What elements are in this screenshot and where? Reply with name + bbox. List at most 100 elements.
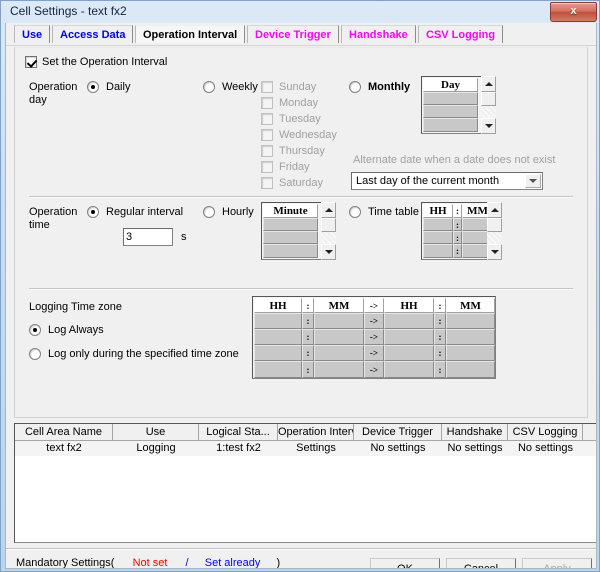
cell-area-name-value: text fx2 [46, 442, 82, 454]
operation-time-label-line1: Operation [29, 206, 78, 218]
zone-cell-hh-end[interactable] [384, 361, 434, 378]
weekday-checkbox-friday[interactable] [261, 161, 273, 173]
list-header-row: Cell Area Name Use Logical Sta... Operat… [15, 424, 596, 441]
minute-grid-cell[interactable] [263, 218, 318, 231]
operation-day-radio-monthly[interactable] [349, 81, 361, 93]
operation-day-radio-daily[interactable] [87, 81, 99, 93]
column-header-device-trigger[interactable]: Device Trigger [354, 424, 442, 441]
zone-cell-hh-end[interactable] [384, 313, 434, 329]
operation-interval-panel: Set the Operation Interval Operation day… [14, 47, 588, 418]
zone-cell-hh-start[interactable] [254, 329, 302, 345]
tab-handshake[interactable]: Handshake [341, 25, 416, 43]
operation-time-radio-hourly[interactable] [203, 206, 215, 218]
tab-access-data[interactable]: Access Data [52, 25, 134, 43]
zone-cell-mm-start[interactable] [314, 329, 364, 345]
scrollbar-track[interactable] [481, 106, 496, 118]
day-grid-cell[interactable] [423, 118, 478, 132]
cell-area-list[interactable]: Cell Area Name Use Logical Sta... Operat… [14, 423, 596, 543]
chevron-down-icon[interactable] [525, 174, 541, 188]
operation-day-radio-weekly[interactable] [203, 81, 215, 93]
zone-header-colon-end: : [434, 298, 446, 313]
zone-cell-mm-start[interactable] [314, 345, 364, 361]
column-header-handshake[interactable]: Handshake [442, 424, 508, 441]
tab-operation-interval[interactable]: Operation Interval [135, 25, 246, 43]
zone-cell-mm-start[interactable] [314, 313, 364, 329]
set-operation-interval-checkbox[interactable] [25, 56, 37, 68]
zone-cell-hh-start[interactable] [254, 313, 302, 329]
zone-header-hh-end: HH [384, 298, 434, 313]
tab-use[interactable]: Use [14, 25, 51, 43]
scrollbar-thumb[interactable] [487, 218, 502, 232]
column-header-filler[interactable] [583, 424, 596, 441]
logging-radio-log-specified[interactable] [29, 348, 41, 360]
close-icon[interactable]: x [550, 2, 597, 22]
minute-grid-cell[interactable] [263, 244, 318, 258]
column-header-operation-interval[interactable]: Operation Interval [278, 424, 354, 441]
zone-cell-hh-end[interactable] [384, 329, 434, 345]
scroll-down-icon[interactable] [481, 118, 496, 134]
time-table-cell-hh[interactable] [423, 231, 453, 244]
weekday-checkbox-saturday[interactable] [261, 177, 273, 189]
scrollbar-thumb[interactable] [481, 92, 496, 106]
scroll-up-icon[interactable] [481, 76, 496, 92]
weekday-checkbox-monday[interactable] [261, 97, 273, 109]
zone-cell-mm-start[interactable] [314, 361, 364, 378]
scroll-up-icon[interactable] [487, 202, 502, 218]
zone-cell-hh-start[interactable] [254, 361, 302, 378]
logging-log-specified-label: Log only during the specified time zone [48, 348, 239, 360]
logging-radio-log-always[interactable] [29, 324, 41, 336]
time-table-cell-hh[interactable] [423, 244, 453, 258]
column-header-csv-logging[interactable]: CSV Logging [508, 424, 583, 441]
regular-interval-input[interactable] [123, 228, 173, 246]
logging-zone-grid[interactable]: HH : MM -> HH : MM : -> : : ->:: ->: … [252, 296, 496, 379]
weekday-checkbox-sunday[interactable] [261, 81, 273, 93]
alternate-date-combo[interactable]: Last day of the current month [351, 172, 543, 190]
title-bar[interactable]: Cell Settings - text fx2 x [1, 1, 600, 23]
zone-cell-arrow: -> [364, 361, 384, 378]
weekday-checkbox-tuesday[interactable] [261, 113, 273, 125]
scroll-down-icon[interactable] [321, 244, 336, 260]
time-table-cell-hh[interactable] [423, 218, 453, 231]
operation-time-radio-regular-interval[interactable] [87, 206, 99, 218]
column-header-use[interactable]: Use [113, 424, 199, 441]
time-table-scrollbar[interactable] [487, 202, 502, 260]
zone-cell-colon: : [434, 313, 446, 329]
day-grid-cell[interactable] [423, 105, 478, 118]
scrollbar-thumb[interactable] [321, 218, 336, 232]
day-grid-scrollbar[interactable] [481, 76, 496, 134]
operation-day-label-line1: Operation [29, 81, 78, 93]
scrollbar-track[interactable] [321, 232, 336, 244]
zone-cell-mm-end[interactable] [446, 329, 495, 345]
tab-csv-logging[interactable]: CSV Logging [418, 25, 504, 43]
tab-device-trigger[interactable]: Device Trigger [247, 25, 339, 43]
operation-time-radio-time-table[interactable] [349, 206, 361, 218]
mandatory-slash: / [185, 557, 189, 569]
mandatory-close-paren: ) [276, 557, 281, 569]
tab-bar: Use Access Data Operation Interval Devic… [6, 25, 596, 46]
column-header-cell-area-name[interactable]: Cell Area Name [15, 424, 113, 441]
column-header-logical-station[interactable]: Logical Sta... [199, 424, 278, 441]
weekday-checkbox-wednesday[interactable] [261, 129, 273, 141]
day-grid-cell[interactable] [423, 92, 478, 105]
mandatory-set-already-label: Set already [204, 557, 261, 569]
zone-cell-hh-start[interactable] [254, 345, 302, 361]
table-row[interactable]: text fx2 Logging 1:test fx2 Settings No … [15, 441, 596, 456]
scrollbar-track[interactable] [487, 232, 502, 244]
scroll-down-icon[interactable] [487, 244, 502, 260]
zone-cell-mm-end[interactable] [446, 345, 495, 361]
logging-log-always-label: Log Always [48, 324, 104, 336]
time-table-header-colon: : [453, 204, 462, 218]
zone-cell-mm-end[interactable] [446, 361, 495, 378]
cancel-button[interactable]: Cancel [446, 558, 516, 568]
weekday-checkbox-thursday[interactable] [261, 145, 273, 157]
separator-2 [29, 288, 573, 290]
operation-day-daily-label: Daily [106, 81, 131, 93]
ok-button[interactable]: OK [370, 558, 440, 568]
operation-day-label-line2: day [29, 94, 47, 106]
zone-cell-hh-end[interactable] [384, 345, 434, 361]
zone-cell-mm-end[interactable] [446, 313, 495, 329]
minute-grid-scrollbar[interactable] [321, 202, 336, 260]
scroll-up-icon[interactable] [321, 202, 336, 218]
operation-time-label-line2: time [29, 219, 50, 231]
minute-grid-cell[interactable] [263, 231, 318, 244]
